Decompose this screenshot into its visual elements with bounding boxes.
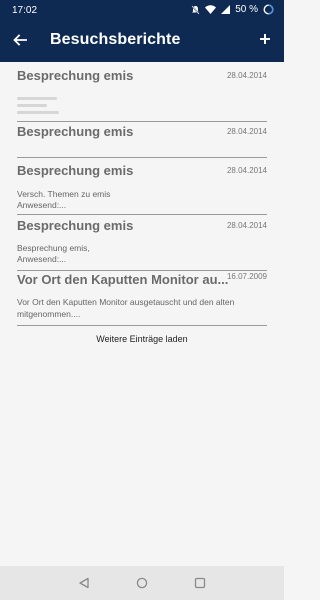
- divider: [17, 214, 267, 215]
- report-title: Besprechung emis: [17, 124, 134, 139]
- notifications-off-icon: [191, 5, 200, 14]
- nav-home-button[interactable]: [134, 575, 150, 591]
- report-date: 16.07.2009: [226, 272, 267, 281]
- report-date: 28.04.2014: [226, 71, 267, 80]
- app-bar: Besuchsberichte: [0, 20, 284, 62]
- divider: [17, 157, 267, 158]
- square-recents-icon: [194, 577, 206, 589]
- plus-icon: [260, 34, 270, 44]
- cellular-signal-icon: [221, 5, 231, 14]
- divider: [17, 270, 267, 271]
- report-description: Besprechung emis,: [17, 243, 90, 253]
- redacted-text: [17, 104, 47, 107]
- report-item[interactable]: Besprechung emis 28.04.2014: [17, 68, 267, 120]
- report-date: 28.04.2014: [226, 221, 267, 230]
- report-title: Besprechung emis: [17, 218, 134, 233]
- page-title: Besuchsberichte: [50, 31, 181, 48]
- report-description: Anwesend:...: [17, 254, 67, 264]
- report-description: Vor Ort den Kaputten Monitor ausgetausch…: [17, 297, 235, 307]
- status-icons: 50 %: [191, 4, 274, 15]
- report-date: 28.04.2014: [226, 166, 267, 175]
- system-navigation-bar: [0, 566, 284, 600]
- add-report-button[interactable]: [254, 28, 276, 50]
- wifi-icon: [205, 5, 217, 14]
- divider: [17, 121, 267, 122]
- report-title: Vor Ort den Kaputten Monitor au...: [17, 272, 229, 287]
- battery-percent: 50 %: [235, 4, 258, 15]
- status-bar: 17:02 50 %: [0, 0, 284, 20]
- nav-recents-button[interactable]: [192, 575, 208, 591]
- report-title: Besprechung emis: [17, 68, 134, 83]
- report-item[interactable]: Besprechung emis 28.04.2014: [17, 124, 267, 156]
- report-title: Besprechung emis: [17, 163, 134, 178]
- report-date: 28.04.2014: [226, 127, 267, 136]
- report-description: mitgenommen....: [17, 309, 81, 319]
- nav-back-button[interactable]: [76, 575, 92, 591]
- status-time: 17:02: [12, 5, 38, 16]
- report-description: Anwesend:...: [17, 200, 67, 210]
- redacted-text: [17, 97, 57, 100]
- battery-icon: [263, 4, 274, 15]
- redacted-text: [17, 111, 59, 114]
- back-button[interactable]: [9, 29, 31, 51]
- load-more-button[interactable]: Weitere Einträge laden: [0, 334, 284, 344]
- report-item[interactable]: Vor Ort den Kaputten Monitor au... 16.07…: [17, 272, 267, 324]
- report-item[interactable]: Besprechung emis 28.04.2014 Besprechung …: [17, 218, 267, 268]
- triangle-back-icon: [79, 577, 89, 589]
- report-item[interactable]: Besprechung emis 28.04.2014 Versch. Them…: [17, 163, 267, 213]
- circle-home-icon: [136, 577, 148, 589]
- report-description: Versch. Themen zu emis: [17, 189, 111, 199]
- divider: [17, 325, 267, 326]
- arrow-left-icon: [13, 34, 27, 46]
